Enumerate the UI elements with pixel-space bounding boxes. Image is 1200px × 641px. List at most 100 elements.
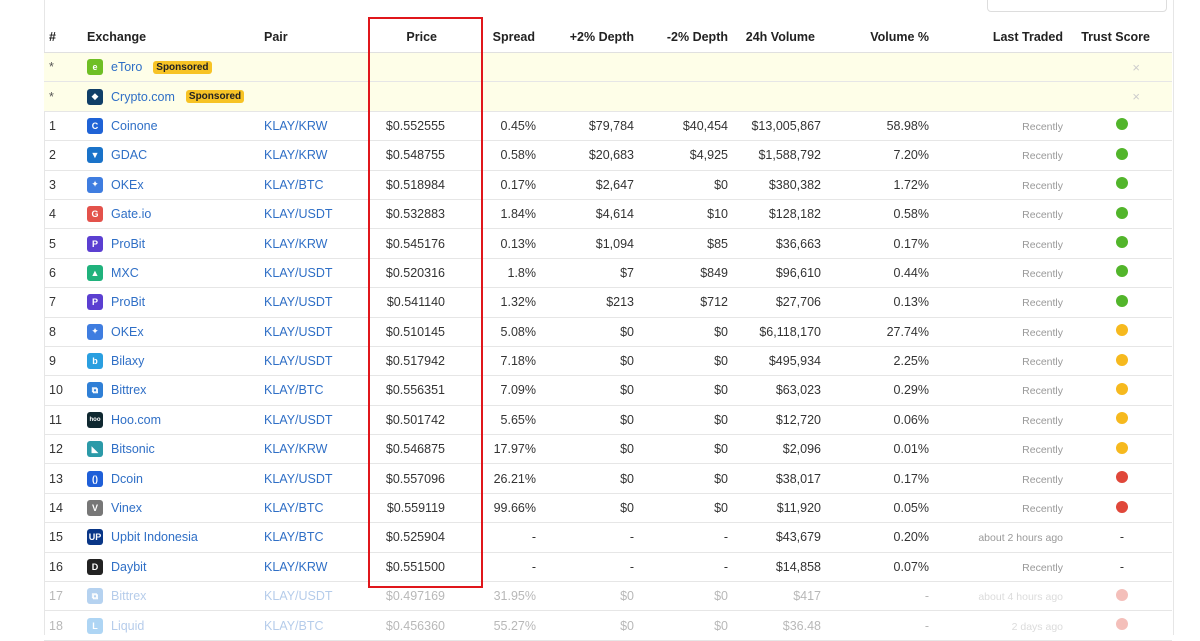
exchange-cell[interactable]: ✦ OKEx [87, 170, 264, 200]
pair-link[interactable]: KLAY/BTC [264, 530, 324, 544]
table-row[interactable]: 10 ⧉ Bittrex KLAY/BTC $0.556351 7.09% $0 $0 $63,… [44, 375, 1172, 406]
exchange-cell[interactable]: L Liquid [87, 610, 264, 641]
table-row[interactable]: 14 V Vinex KLAY/BTC $0.559119 99.66% $0 $0 $11,9… [44, 493, 1172, 524]
table-row[interactable]: 12 ◣ Bitsonic KLAY/KRW $0.546875 17.97% $0 $0 $2… [44, 434, 1172, 465]
exchange-cell[interactable]: V Vinex [87, 493, 264, 524]
dismiss-icon[interactable]: × [1132, 89, 1140, 104]
table-row[interactable]: 2 ▼ GDAC KLAY/KRW $0.548755 0.58% $20,683 $4,92… [44, 140, 1172, 171]
pair-cell[interactable]: KLAY/USDT [264, 258, 370, 289]
exchange-name-link[interactable]: Bilaxy [111, 354, 144, 368]
exchange-cell[interactable]: ▲ MXC [87, 258, 264, 289]
exchange-cell[interactable]: UP Upbit Indonesia [87, 522, 264, 553]
exchange-cell[interactable]: C Coinone [87, 111, 264, 142]
pair-link[interactable]: KLAY/BTC [264, 619, 324, 633]
pair-cell[interactable]: KLAY/USDT [264, 317, 370, 347]
table-row[interactable]: 11 hoo Hoo.com KLAY/USDT $0.501742 5.65% $0 $0 $… [44, 405, 1172, 436]
pair-link[interactable]: KLAY/USDT [264, 325, 333, 339]
pair-cell[interactable]: KLAY/USDT [264, 581, 370, 612]
exchange-cell[interactable]: ✦ OKEx [87, 317, 264, 347]
pair-link[interactable]: KLAY/USDT [264, 207, 333, 221]
pair-cell[interactable]: KLAY/BTC [264, 170, 370, 200]
exchange-cell[interactable]: ▼ GDAC [87, 140, 264, 171]
exchange-name-link[interactable]: Crypto.com [111, 90, 175, 104]
exchange-name-link[interactable]: Hoo.com [111, 413, 161, 427]
exchange-name-link[interactable]: Gate.io [111, 207, 151, 221]
exchange-name-link[interactable]: ProBit [111, 237, 145, 251]
exchange-cell[interactable]: b Bilaxy [87, 346, 264, 377]
table-row[interactable]: 13() Dcoin KLAY/USDT $0.557096 26.21% $0 $0 $38… [44, 463, 1172, 494]
table-row[interactable]: 18 L Liquid KLAY/BTC $0.456360 55.27% $0 $0 $36.… [44, 610, 1172, 641]
exchange-name-link[interactable]: eToro [111, 60, 142, 74]
exchange-name-link[interactable]: Bitsonic [111, 442, 155, 456]
pair-link[interactable]: KLAY/KRW [264, 560, 327, 574]
exchange-name-link[interactable]: OKEx [111, 178, 144, 192]
pair-link[interactable]: KLAY/BTC [264, 383, 324, 397]
pair-link[interactable]: KLAY/USDT [264, 413, 333, 427]
col-pair-header[interactable]: Pair [264, 22, 370, 53]
pair-cell[interactable]: KLAY/USDT [264, 346, 370, 377]
pair-cell[interactable]: KLAY/KRW [264, 552, 370, 583]
exchange-cell[interactable]: ◣ Bitsonic [87, 434, 264, 465]
col-spread-header[interactable]: Spread [465, 22, 541, 53]
exchange-name-link[interactable]: Coinone [111, 119, 158, 133]
search-input[interactable] [987, 0, 1167, 12]
exchange-cell[interactable]: G Gate.io [87, 199, 264, 230]
exchange-cell[interactable]: () Dcoin [87, 463, 264, 494]
table-row[interactable]: 7 P ProBit KLAY/USDT $0.541140 1.32% $213 $712 $… [44, 287, 1172, 318]
exchange-cell[interactable]: e eToro Sponsored [87, 52, 264, 83]
exchange-name-link[interactable]: Vinex [111, 501, 142, 515]
table-row[interactable]: 4 G Gate.io KLAY/USDT $0.532883 1.84% $4,614 $1… [44, 199, 1172, 230]
col-volume-header[interactable]: 24h Volume [732, 22, 843, 53]
col-last-traded-header[interactable]: Last Traded [933, 22, 1067, 53]
pair-link[interactable]: KLAY/BTC [264, 501, 324, 515]
pair-cell[interactable]: KLAY/USDT [264, 463, 370, 494]
col-depth-plus-header[interactable]: +2% Depth [541, 22, 638, 53]
col-depth-minus-header[interactable]: -2% Depth [638, 22, 732, 53]
exchange-name-link[interactable]: Bittrex [111, 383, 146, 397]
exchange-cell[interactable]: P ProBit [87, 287, 264, 318]
exchange-cell[interactable]: D Daybit [87, 552, 264, 583]
pair-link[interactable]: KLAY/BTC [264, 178, 324, 192]
exchange-name-link[interactable]: Liquid [111, 619, 144, 633]
pair-link[interactable]: KLAY/USDT [264, 589, 333, 603]
table-row[interactable]: 17 ⧉ Bittrex KLAY/USDT $0.497169 31.95% $0 $0 $4… [44, 581, 1172, 612]
col-rank-header[interactable]: # [44, 22, 87, 53]
exchange-name-link[interactable]: ProBit [111, 295, 145, 309]
col-price-header[interactable]: Price [370, 22, 465, 53]
dismiss-icon[interactable]: × [1132, 60, 1140, 75]
exchange-cell[interactable]: P ProBit [87, 228, 264, 259]
exchange-cell[interactable]: ⧉ Bittrex [87, 375, 264, 406]
col-exchange-header[interactable]: Exchange [87, 22, 264, 53]
pair-link[interactable]: KLAY/KRW [264, 148, 327, 162]
pair-cell[interactable]: KLAY/USDT [264, 287, 370, 318]
table-row[interactable]: 6 ▲ MXC KLAY/USDT $0.520316 1.8% $7 $849 $96,610… [44, 258, 1172, 289]
pair-cell[interactable]: KLAY/USDT [264, 199, 370, 230]
pair-cell[interactable]: KLAY/KRW [264, 140, 370, 171]
exchange-name-link[interactable]: Dcoin [111, 472, 143, 486]
table-row[interactable]: 9 b Bilaxy KLAY/USDT $0.517942 7.18% $0 $0 $495,… [44, 346, 1172, 377]
exchange-name-link[interactable]: OKEx [111, 325, 144, 339]
table-row[interactable]: 8 ✦ OKEx KLAY/USDT $0.510145 5.08% $0 $0 $6,118,… [44, 317, 1172, 347]
table-row[interactable]: 1 C Coinone KLAY/KRW $0.552555 0.45% $79,784 $4… [44, 111, 1172, 142]
pair-link[interactable]: KLAY/USDT [264, 295, 333, 309]
pair-cell[interactable]: KLAY/KRW [264, 111, 370, 142]
col-volume-pct-header[interactable]: Volume % [843, 22, 933, 53]
exchange-cell[interactable]: ◆ Crypto.com Sponsored [87, 81, 264, 112]
exchange-name-link[interactable]: Upbit Indonesia [111, 530, 198, 544]
col-trust-score-header[interactable]: Trust Score [1067, 22, 1172, 53]
exchange-name-link[interactable]: Daybit [111, 560, 146, 574]
table-row[interactable]: 3 ✦ OKEx KLAY/BTC $0.518984 0.17% $2,647 $0 $380… [44, 170, 1172, 200]
table-row[interactable]: 16 D Daybit KLAY/KRW $0.551500- - - $14,858 0.07… [44, 552, 1172, 583]
pair-cell[interactable]: KLAY/BTC [264, 375, 370, 406]
table-row[interactable]: 5 P ProBit KLAY/KRW $0.545176 0.13% $1,094 $85 $… [44, 228, 1172, 259]
pair-link[interactable]: KLAY/KRW [264, 119, 327, 133]
exchange-name-link[interactable]: MXC [111, 266, 139, 280]
pair-cell[interactable]: KLAY/BTC [264, 522, 370, 553]
pair-link[interactable]: KLAY/KRW [264, 442, 327, 456]
pair-link[interactable]: KLAY/USDT [264, 472, 333, 486]
exchange-name-link[interactable]: GDAC [111, 148, 147, 162]
pair-link[interactable]: KLAY/USDT [264, 266, 333, 280]
pair-cell[interactable]: KLAY/USDT [264, 405, 370, 436]
exchange-cell[interactable]: ⧉ Bittrex [87, 581, 264, 612]
pair-cell[interactable]: KLAY/BTC [264, 493, 370, 524]
